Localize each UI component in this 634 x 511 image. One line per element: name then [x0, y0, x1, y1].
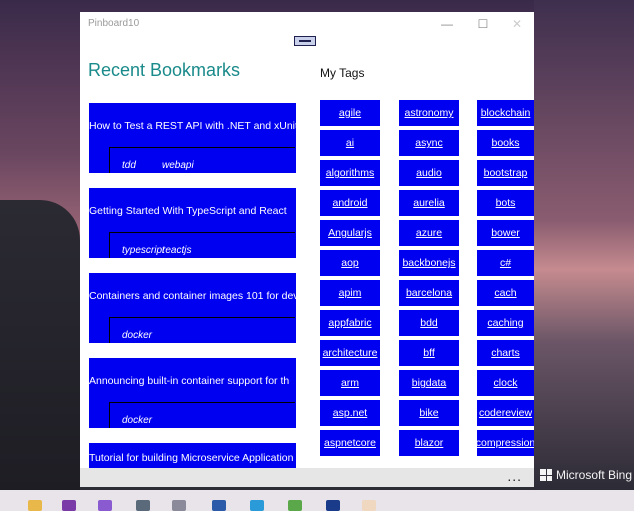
tag-button[interactable]: azure	[399, 220, 459, 246]
bookmark-title[interactable]: Announcing built-in container support fo…	[89, 375, 289, 387]
tag-button[interactable]: clock	[477, 370, 534, 396]
tag-button[interactable]: algorithms	[320, 160, 380, 186]
hamburger-menu-button[interactable]	[294, 36, 316, 46]
app-bar: ...	[80, 468, 534, 487]
bookmark-tag[interactable]: docker	[122, 330, 152, 341]
app-icon-3[interactable]	[362, 500, 376, 511]
tag-button[interactable]: bower	[477, 220, 534, 246]
tag-button[interactable]: aurelia	[399, 190, 459, 216]
tag-button[interactable]: bdd	[399, 310, 459, 336]
recent-bookmarks-heading: Recent Bookmarks	[88, 60, 241, 80]
tag-button[interactable]: apim	[320, 280, 380, 306]
bing-watermark: Microsoft Bing	[540, 468, 632, 482]
tag-button[interactable]: appfabric	[320, 310, 380, 336]
minimize-button[interactable]: —	[432, 15, 462, 33]
tag-button[interactable]: bike	[399, 400, 459, 426]
visual-studio-icon[interactable]	[98, 500, 112, 511]
bookmark-tag[interactable]: typescript	[122, 245, 165, 256]
bookmark-title[interactable]: Getting Started With TypeScript and Reac…	[89, 205, 287, 217]
tag-button[interactable]: android	[320, 190, 380, 216]
bookmark-tags: tdd webapi	[109, 147, 295, 173]
tag-button[interactable]: blazor	[399, 430, 459, 456]
bookmark-list: How to Test a REST API with .NET and xUn…	[89, 103, 296, 475]
tag-button[interactable]: bootstrap	[477, 160, 534, 186]
bookmark-card[interactable]: Getting Started With TypeScript and Reac…	[89, 188, 296, 258]
tag-button[interactable]: caching	[477, 310, 534, 336]
tag-button[interactable]: ai	[320, 130, 380, 156]
bookmark-tag[interactable]: webapi	[162, 160, 194, 171]
bookmark-card[interactable]: Announcing built-in container support fo…	[89, 358, 296, 428]
my-tags-heading: My Tags	[320, 66, 365, 80]
tag-button[interactable]: async	[399, 130, 459, 156]
notepad-icon[interactable]	[288, 500, 302, 511]
folder-icon[interactable]	[28, 500, 42, 511]
bookmark-tags: typescript reactjs	[109, 232, 295, 258]
onenote-icon[interactable]	[62, 500, 76, 511]
more-options-button[interactable]: ...	[507, 468, 522, 484]
tag-button[interactable]: bff	[399, 340, 459, 366]
tag-button[interactable]: backbonejs	[399, 250, 459, 276]
title-bar: Pinboard10 — ☐ ✕	[80, 12, 534, 36]
bookmark-tags: docker	[109, 317, 295, 343]
tag-button[interactable]: compression	[477, 430, 534, 456]
bookmark-title[interactable]: Containers and container images 101 for …	[89, 290, 296, 302]
tag-button[interactable]: aspnetcore	[320, 430, 380, 456]
bookmark-card[interactable]: How to Test a REST API with .NET and xUn…	[89, 103, 296, 173]
tag-button[interactable]: architecture	[320, 340, 380, 366]
save-icon[interactable]	[326, 500, 340, 511]
desktop-background-right	[534, 0, 634, 490]
tag-button[interactable]: codereview	[477, 400, 534, 426]
tag-button[interactable]: blockchain	[477, 100, 534, 126]
tag-button[interactable]: cach	[477, 280, 534, 306]
tag-button[interactable]: Angularjs	[320, 220, 380, 246]
tag-button[interactable]: charts	[477, 340, 534, 366]
telegram-icon[interactable]	[250, 500, 264, 511]
tag-button[interactable]: asp.net	[320, 400, 380, 426]
bookmark-tag[interactable]: reactjs	[162, 245, 191, 256]
taskbar	[0, 490, 634, 511]
tag-button[interactable]: agile	[320, 100, 380, 126]
bookmark-title[interactable]: How to Test a REST API with .NET and xUn…	[89, 120, 296, 132]
tag-button[interactable]: barcelona	[399, 280, 459, 306]
bookmark-tag[interactable]: tdd	[122, 160, 136, 171]
app-window: Pinboard10 — ☐ ✕ Recent Bookmarks My Tag…	[80, 12, 534, 487]
tag-grid: agile astronomy blockchain ai async books algo…	[320, 100, 534, 470]
tag-button[interactable]: aop	[320, 250, 380, 276]
bookmark-card[interactable]: Containers and container images 101 for …	[89, 273, 296, 343]
tag-button[interactable]: books	[477, 130, 534, 156]
bookmark-tags: docker	[109, 402, 295, 428]
close-button[interactable]: ✕	[502, 15, 532, 33]
bookmark-title[interactable]: Tutorial for building Microservice Appli…	[89, 451, 296, 466]
microsoft-logo-icon	[540, 469, 552, 481]
app-icon[interactable]	[136, 500, 150, 511]
app-title: Pinboard10	[88, 18, 140, 29]
tag-button[interactable]: audio	[399, 160, 459, 186]
desktop-background	[0, 200, 80, 490]
app-icon-2[interactable]	[172, 500, 186, 511]
bing-watermark-text: Microsoft Bing	[556, 468, 633, 482]
tag-button[interactable]: bots	[477, 190, 534, 216]
tag-button[interactable]: c#	[477, 250, 534, 276]
tag-button[interactable]: bigdata	[399, 370, 459, 396]
word-icon[interactable]	[212, 500, 226, 511]
tag-button[interactable]: arm	[320, 370, 380, 396]
tag-button[interactable]: astronomy	[399, 100, 459, 126]
bookmark-tag[interactable]: docker	[122, 415, 152, 426]
maximize-button[interactable]: ☐	[468, 15, 498, 33]
